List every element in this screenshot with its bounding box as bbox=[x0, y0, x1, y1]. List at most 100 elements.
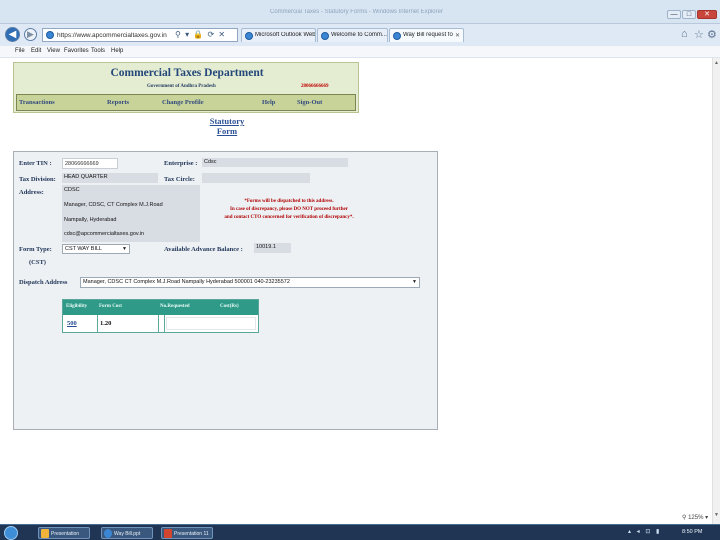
nav-transactions[interactable]: Transactions bbox=[19, 99, 55, 106]
tab-outlook[interactable]: Microsoft Outlook Web bbox=[241, 28, 316, 42]
page-heading[interactable]: Statutory Form bbox=[200, 116, 254, 136]
favorites-icon[interactable]: ☆ bbox=[694, 28, 704, 41]
notice-line: In case of discrepancy, please DO NOT pr… bbox=[230, 207, 348, 212]
column-header: No.Requested bbox=[160, 304, 190, 309]
nav-reports[interactable]: Reports bbox=[107, 99, 129, 106]
menu-favorites[interactable]: Favorites bbox=[64, 48, 89, 54]
menu-bar: File Edit View Favorites Tools Help bbox=[0, 46, 720, 58]
folder-icon bbox=[41, 529, 49, 538]
menu-help[interactable]: Help bbox=[111, 48, 123, 54]
form-type-label: Form Type: bbox=[19, 246, 52, 253]
dispatch-notice: *Forms will be dispatched to this addres… bbox=[209, 198, 369, 222]
column-header: Eligibility bbox=[66, 304, 88, 309]
nav-help[interactable]: Help bbox=[262, 99, 275, 106]
site-nav: Transactions Reports Change Profile Help… bbox=[16, 94, 356, 111]
tab-way-bill[interactable]: Way Bill request form ✕ bbox=[389, 28, 464, 42]
tools-icon[interactable]: ⚙ bbox=[707, 28, 717, 41]
scroll-up-icon[interactable]: ▲ bbox=[714, 60, 719, 66]
enterprise-label: Enterprise : bbox=[164, 160, 198, 167]
forms-table: Eligibility Form Cost No.Requested Cost(… bbox=[62, 299, 259, 333]
powerpoint-icon bbox=[164, 529, 172, 538]
table-header: Eligibility Form Cost No.Requested Cost(… bbox=[63, 300, 258, 315]
chevron-down-icon: ▼ bbox=[412, 279, 417, 285]
start-button[interactable] bbox=[4, 526, 18, 540]
browser-icon bbox=[104, 529, 112, 538]
quantity-requested-input[interactable] bbox=[166, 317, 256, 330]
vertical-scrollbar[interactable]: ▲ ▼ bbox=[712, 58, 720, 524]
page-heading-line2[interactable]: Form bbox=[200, 126, 254, 136]
menu-file[interactable]: File bbox=[15, 48, 25, 54]
address-line: CDSC bbox=[64, 187, 80, 193]
taskbar-item-powerpoint[interactable]: Presentation 11 bbox=[161, 527, 213, 539]
tab-welcome[interactable]: Welcome to Comm... bbox=[317, 28, 388, 42]
minimize-button[interactable]: — bbox=[667, 10, 681, 19]
address-line: cdsc@apcommercialtaxes.gov.in bbox=[64, 231, 145, 237]
column-divider bbox=[158, 315, 159, 333]
scroll-down-icon[interactable]: ▼ bbox=[714, 512, 719, 518]
window-title-bar: Commercial Taxes - Statutory Forms - Win… bbox=[0, 0, 720, 24]
column-header: Form Cost bbox=[99, 304, 122, 309]
government-subtitle: Government of Andhra Pradesh bbox=[147, 84, 216, 89]
taskbar-label: Way Bill.ppt bbox=[114, 531, 141, 537]
address-bar[interactable]: https://www.apcommercialtaxes.gov.in/ctd… bbox=[42, 28, 238, 42]
header-number: 28066666669 bbox=[301, 84, 329, 89]
tab-label: Way Bill request form bbox=[403, 32, 453, 38]
clock[interactable]: 8:50 PM bbox=[682, 529, 702, 535]
address-label: Address: bbox=[19, 189, 44, 196]
address-url[interactable]: https://www.apcommercialtaxes.gov.in/ctd… bbox=[57, 32, 167, 39]
dispatch-address-select[interactable]: Manager, CDSC CT Complex M.J.Road Nampal… bbox=[80, 277, 420, 288]
taskbar-label: Presentation 11 bbox=[174, 531, 209, 537]
taskbar: Presentation Way Bill.ppt Presentation 1… bbox=[0, 524, 720, 540]
menu-edit[interactable]: Edit bbox=[31, 48, 41, 54]
chevron-down-icon: ▼ bbox=[122, 246, 127, 252]
address-block: CDSC Manager, CDSC, CT Complex M.J.Road … bbox=[62, 185, 200, 242]
zoom-icon: ⚲ bbox=[682, 515, 687, 521]
tab-close-icon[interactable]: ✕ bbox=[455, 32, 460, 39]
window-title: Commercial Taxes - Statutory Forms - Win… bbox=[270, 9, 443, 15]
forward-icon[interactable]: ▶ bbox=[24, 28, 37, 41]
address-line: Manager, CDSC, CT Complex M.J.Road bbox=[64, 202, 163, 208]
tin-label: Enter TIN : bbox=[19, 160, 52, 167]
site-header: Commercial Taxes Department Government o… bbox=[13, 62, 359, 113]
form-cost: 1.20 bbox=[100, 320, 112, 327]
tax-division-label: Tax Division: bbox=[19, 176, 56, 183]
address-actions-icon[interactable]: ⚲ ▾ 🔒 ⟳ ✕ bbox=[175, 30, 226, 39]
maximize-button[interactable]: □ bbox=[682, 10, 696, 19]
tab-favicon-icon bbox=[321, 32, 329, 40]
nav-change-profile[interactable]: Change Profile bbox=[162, 99, 204, 106]
notice-line: *Forms will be dispatched to this addres… bbox=[244, 199, 334, 204]
cst-label: (CST) bbox=[29, 259, 46, 266]
taskbar-label: Presentation bbox=[51, 531, 80, 537]
dispatch-address-selected: Manager, CDSC CT Complex M.J.Road Nampal… bbox=[83, 279, 290, 285]
eligibility-link[interactable]: 500 bbox=[67, 320, 77, 327]
tin-input[interactable] bbox=[62, 158, 118, 169]
zoom-level[interactable]: ⚲ 125% ▾ bbox=[682, 514, 708, 521]
browser-nav-bar: ◀ ▶ https://www.apcommercialtaxes.gov.in… bbox=[0, 24, 720, 46]
back-icon[interactable]: ◀ bbox=[5, 27, 20, 42]
column-divider bbox=[164, 315, 165, 333]
balance-value: 10019.1 bbox=[254, 243, 291, 253]
site-favicon-icon bbox=[46, 31, 54, 39]
system-tray-icon[interactable]: ▴ ◂ ⊡ ▮ bbox=[628, 528, 661, 535]
column-header: Cost(Rs) bbox=[220, 304, 239, 309]
balance-label: Available Advance Balance : bbox=[164, 246, 243, 253]
tax-circle-value bbox=[202, 173, 310, 183]
taskbar-item-presentation[interactable]: Presentation bbox=[38, 527, 90, 539]
nav-sign-out[interactable]: Sign-Out bbox=[297, 99, 322, 106]
tax-circle-label: Tax Circle: bbox=[164, 176, 195, 183]
taskbar-item-waybill[interactable]: Way Bill.ppt bbox=[101, 527, 153, 539]
page-heading-line1[interactable]: Statutory bbox=[200, 116, 254, 126]
form-type-select[interactable]: CST WAY BILL ▼ bbox=[62, 244, 130, 254]
tab-favicon-icon bbox=[245, 32, 253, 40]
tab-label: Microsoft Outlook Web bbox=[255, 32, 315, 38]
home-icon[interactable]: ⌂ bbox=[681, 28, 688, 40]
address-line: Nampally, Hyderabad bbox=[64, 217, 117, 223]
department-title: Commercial Taxes Department bbox=[110, 67, 264, 79]
tab-favicon-icon bbox=[393, 32, 401, 40]
notice-line: and contact CTO concerned for verificati… bbox=[224, 215, 354, 220]
statutory-form-panel: Enter TIN : Enterprise : Cdsc Tax Divisi… bbox=[13, 151, 438, 430]
menu-view[interactable]: View bbox=[47, 48, 60, 54]
enterprise-value: Cdsc bbox=[202, 158, 348, 167]
menu-tools[interactable]: Tools bbox=[91, 48, 105, 54]
close-window-button[interactable]: ✕ bbox=[697, 10, 717, 19]
